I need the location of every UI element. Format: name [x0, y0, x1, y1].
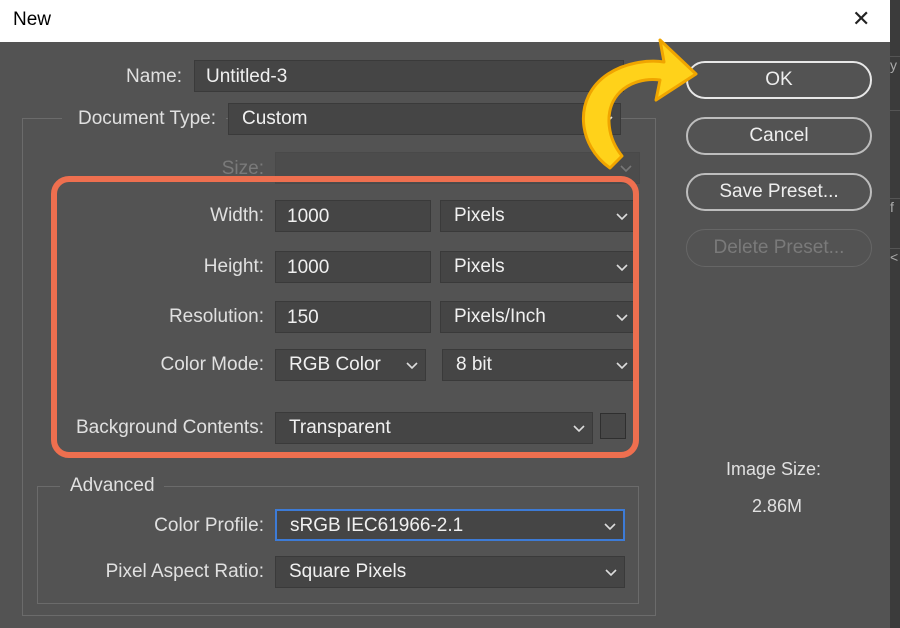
- window-title: New: [13, 9, 52, 30]
- advanced-title: Advanced: [70, 475, 155, 496]
- name-label: Name:: [126, 66, 182, 87]
- curved-arrow-icon: [582, 38, 698, 170]
- image-size-value: 2.86M: [752, 496, 803, 516]
- panel-peek-3: f: [890, 198, 900, 223]
- highlight-box: [51, 176, 639, 458]
- background-panel-strip: y f <: [890, 0, 900, 628]
- pixel-aspect-value: Square Pixels: [289, 561, 407, 582]
- pixel-aspect-select[interactable]: Square Pixels: [275, 556, 625, 588]
- pixel-aspect-label: Pixel Aspect Ratio:: [105, 561, 264, 582]
- chevron-down-icon: [603, 519, 617, 533]
- panel-peek-4: <: [890, 248, 900, 273]
- cancel-button[interactable]: Cancel: [686, 117, 872, 155]
- panel-peek-2: [890, 110, 900, 135]
- color-profile-value: sRGB IEC61966-2.1: [290, 515, 464, 536]
- color-profile-select[interactable]: sRGB IEC61966-2.1: [275, 509, 625, 541]
- document-type-label: Document Type:: [77, 108, 216, 129]
- image-size-label: Image Size:: [726, 459, 822, 479]
- chevron-down-icon: [604, 565, 618, 579]
- document-type-value: Custom: [242, 108, 308, 129]
- color-profile-label: Color Profile:: [154, 515, 264, 536]
- panel-peek-1: y: [890, 56, 900, 81]
- close-icon[interactable]: ✕: [852, 7, 870, 31]
- delete-preset-button: Delete Preset...: [686, 229, 872, 267]
- title-bar: New ✕: [0, 0, 890, 42]
- ok-button[interactable]: OK: [686, 61, 872, 99]
- save-preset-button[interactable]: Save Preset...: [686, 173, 872, 211]
